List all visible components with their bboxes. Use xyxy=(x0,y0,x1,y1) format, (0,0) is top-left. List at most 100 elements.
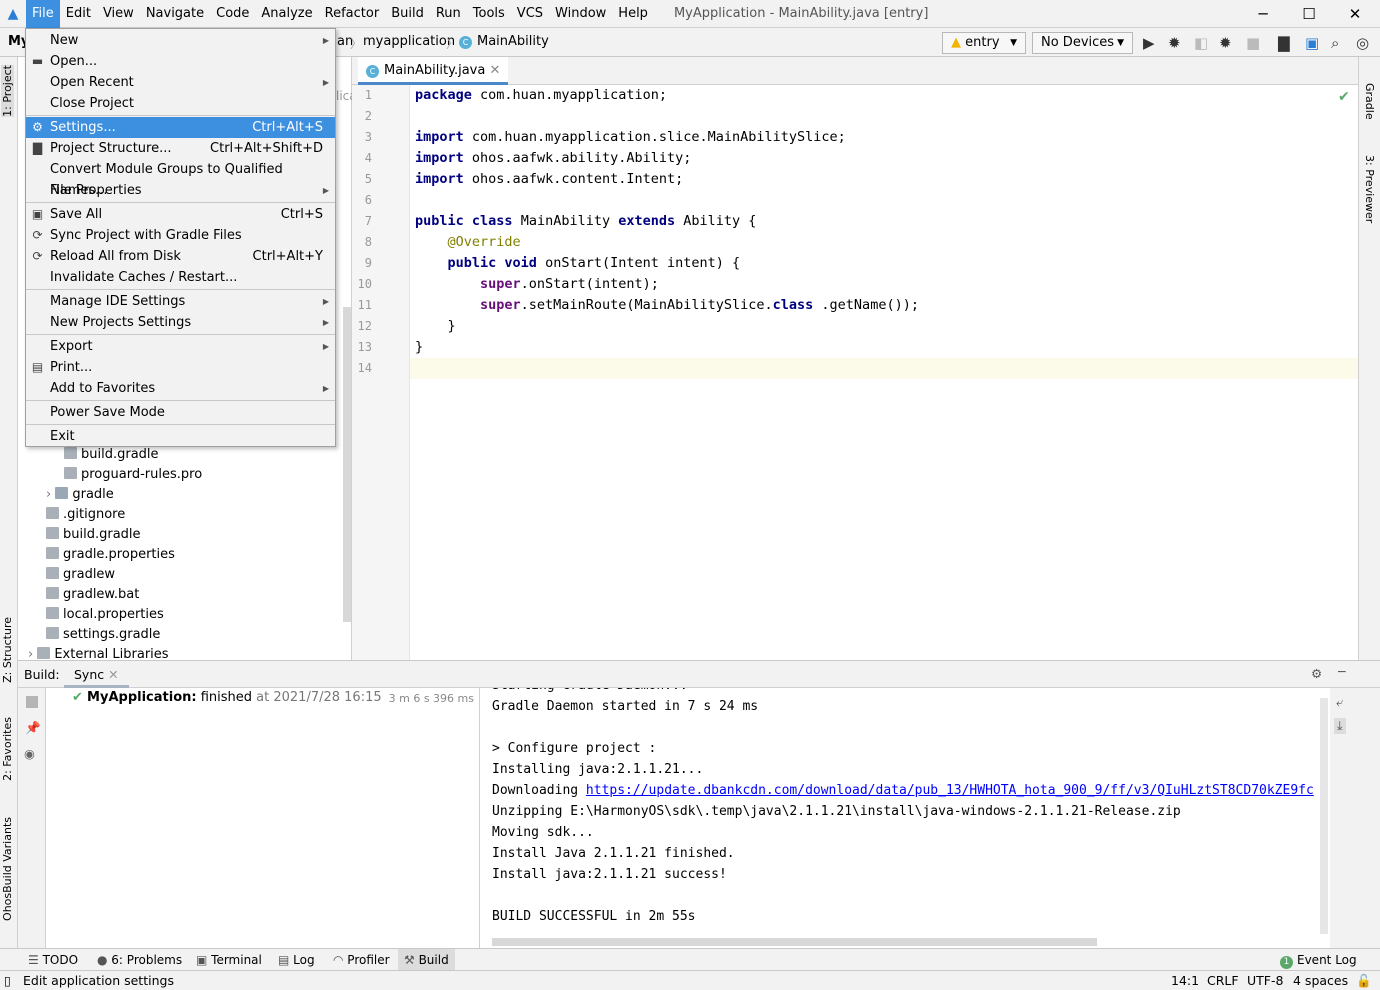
download-link[interactable]: https://update.dbankcdn.com/download/dat… xyxy=(586,783,1314,798)
folder-icon: ▬ xyxy=(31,54,44,68)
project-tree-item[interactable]: local.properties xyxy=(46,605,164,625)
debug-icon[interactable]: ✹ xyxy=(1168,34,1181,52)
close-tab-icon[interactable]: ✕ xyxy=(489,63,500,78)
file-menu-item[interactable]: Close Project xyxy=(26,93,335,114)
menu-file[interactable]: File xyxy=(26,0,60,28)
device-manager-icon[interactable]: ▣ xyxy=(1305,34,1319,52)
menu-view[interactable]: View xyxy=(97,0,140,28)
file-menu-item[interactable]: New Projects Settings ▶ xyxy=(26,312,335,333)
project-tree-item[interactable]: gradlew xyxy=(46,565,115,585)
tool-tab-profiler[interactable]: ◠ Profiler xyxy=(327,949,396,971)
file-menu-item[interactable]: File Properties ▶ xyxy=(26,180,335,201)
project-tree-item[interactable]: gradlew.bat xyxy=(46,585,139,605)
tool-tab-problems[interactable]: ● 6: Problems xyxy=(91,949,188,971)
file-menu-item[interactable]: ⟳ Sync Project with Gradle Files xyxy=(26,225,335,246)
tool-tab-build[interactable]: ⚒ Build xyxy=(398,949,455,971)
menu-help[interactable]: Help xyxy=(612,0,654,28)
run-config-select[interactable]: ▲ entry ▼ xyxy=(942,32,1026,54)
file-menu-item[interactable]: New ▶ xyxy=(26,30,335,51)
project-tree-item[interactable]: build.gradle xyxy=(46,525,141,545)
menu-edit[interactable]: Edit xyxy=(60,0,97,28)
tab-sync[interactable]: Sync ✕ xyxy=(64,661,129,688)
menu-vcs[interactable]: VCS xyxy=(511,0,549,28)
menu-bar: ▲ File Edit View Navigate Code Analyze Refacto… xyxy=(0,0,1380,28)
expand-arrow-icon[interactable]: › xyxy=(46,487,55,502)
console-line: Unzipping E:\HarmonyOS\sdk\.temp\java\2.… xyxy=(492,804,1181,819)
tool-gradle[interactable]: Gradle xyxy=(1363,83,1376,120)
breadcrumb-item[interactable]: myapplication xyxy=(363,34,455,49)
file-menu-item[interactable]: ⟳ Reload All from Disk Ctrl+Alt+Y xyxy=(26,246,335,267)
tool-favorites[interactable]: 2: Favorites xyxy=(1,717,14,781)
menu-analyze[interactable]: Analyze xyxy=(255,0,318,28)
menu-window[interactable]: Window xyxy=(549,0,612,28)
file-menu-item[interactable]: Power Save Mode xyxy=(26,402,335,423)
tool-tab-terminal[interactable]: ▣ Terminal xyxy=(190,949,268,971)
file-menu-item[interactable]: ▣ Save All Ctrl+S xyxy=(26,204,335,225)
project-structure-icon[interactable]: ▇ xyxy=(1278,34,1290,52)
file-menu-item[interactable]: Add to Favorites ▶ xyxy=(26,378,335,399)
file-menu-item[interactable]: ▤ Print... xyxy=(26,357,335,378)
file-menu-item[interactable]: Convert Module Groups to Qualified Names… xyxy=(26,159,335,198)
file-menu-item[interactable]: Exit xyxy=(26,426,335,447)
menu-navigate[interactable]: Navigate xyxy=(140,0,210,28)
project-tree-item[interactable]: › gradle xyxy=(46,485,114,505)
file-menu-item[interactable]: Open Recent ▶ xyxy=(26,72,335,93)
caret-position[interactable]: 14:1 xyxy=(1171,971,1199,990)
breadcrumb-item[interactable]: C MainAbility xyxy=(459,34,549,49)
menu-tools[interactable]: Tools xyxy=(467,0,511,28)
file-menu-item[interactable]: ⚙ Settings... Ctrl+Alt+S xyxy=(26,117,335,138)
indent-setting[interactable]: 4 spaces xyxy=(1293,971,1348,990)
search-icon[interactable]: ⌕ xyxy=(1331,34,1339,52)
menu-run[interactable]: Run xyxy=(430,0,467,28)
stop-build-icon[interactable] xyxy=(26,696,38,708)
run-icon[interactable]: ▶ xyxy=(1143,34,1155,52)
project-tree-item[interactable]: build.gradle xyxy=(64,445,159,465)
menu-refactor[interactable]: Refactor xyxy=(319,0,386,28)
project-tree-item[interactable]: gradle.properties xyxy=(46,545,175,565)
scroll-to-end-icon[interactable]: ⤓ xyxy=(1334,718,1346,734)
project-tree-item[interactable]: settings.gradle xyxy=(46,625,160,645)
menu-code[interactable]: Code xyxy=(210,0,255,28)
device-select[interactable]: No Devices ▼ xyxy=(1032,32,1133,54)
tool-build-variants[interactable]: OhosBuild Variants xyxy=(1,817,14,921)
hide-panel-icon[interactable]: ─ xyxy=(1338,664,1346,679)
code-editor[interactable]: 1 2 3 4 5 6 7 8 9 10 11 12 13 14 package com.huan.mya… xyxy=(352,85,1358,660)
file-menu-item[interactable]: Export ▶ xyxy=(26,336,335,357)
build-result-row[interactable]: ✔ MyApplication: finished at 2021/7/28 1… xyxy=(72,690,382,705)
close-window-button[interactable]: ✕ xyxy=(1332,0,1378,28)
tool-structure[interactable]: Z: Structure xyxy=(1,617,14,683)
console-vscrollbar[interactable] xyxy=(1320,698,1328,934)
file-menu-item[interactable]: Manage IDE Settings ▶ xyxy=(26,291,335,312)
soft-wrap-icon[interactable]: ⤶ xyxy=(1336,694,1343,710)
minimize-button[interactable]: ─ xyxy=(1240,0,1286,28)
file-menu-item[interactable]: Invalidate Caches / Restart... xyxy=(26,267,335,288)
event-log-button[interactable]: 1 Event Log xyxy=(1274,949,1363,971)
file-encoding[interactable]: UTF-8 xyxy=(1247,971,1283,990)
file-menu-item[interactable]: ▇ Project Structure... Ctrl+Alt+Shift+D xyxy=(26,138,335,159)
tool-tab-todo[interactable]: ☰ TODO xyxy=(22,949,84,971)
project-tree-item[interactable]: proguard-rules.pro xyxy=(64,465,202,485)
console-hscrollbar[interactable] xyxy=(492,938,1097,946)
status-toggle-icon[interactable]: ▯ xyxy=(4,971,11,990)
eye-icon[interactable]: ◉ xyxy=(24,746,35,761)
stop-icon[interactable]: ■ xyxy=(1246,34,1260,52)
tool-project[interactable]: 1: Project xyxy=(1,65,14,117)
attach-debugger-icon[interactable]: ✹ xyxy=(1219,34,1232,52)
inspection-ok-icon[interactable]: ✔ xyxy=(1338,89,1350,105)
build-console[interactable]: Starting Gradle Daemon... Gradle Daemon s… xyxy=(480,688,1330,948)
tool-tab-log[interactable]: ▤ Log xyxy=(272,949,321,971)
menu-build[interactable]: Build xyxy=(385,0,430,28)
tab-mainability-java[interactable]: C MainAbility.java ✕ xyxy=(358,57,509,85)
file-menu-item[interactable]: ▬ Open... xyxy=(26,51,335,72)
pin-icon[interactable]: 📌 xyxy=(25,720,41,736)
attach-icon[interactable]: ◧ xyxy=(1194,34,1208,52)
settings-gear-icon[interactable]: ⚙ xyxy=(1311,666,1322,681)
maximize-button[interactable]: ☐ xyxy=(1286,0,1332,28)
lock-icon[interactable]: 🔓 xyxy=(1356,971,1372,990)
account-icon[interactable]: ◎ xyxy=(1356,34,1369,52)
code-line: } xyxy=(415,339,424,355)
line-separator[interactable]: CRLF xyxy=(1207,971,1239,990)
tool-previewer[interactable]: 3: Previewer xyxy=(1363,155,1376,223)
project-scrollbar[interactable] xyxy=(343,307,351,622)
project-tree-item[interactable]: .gitignore xyxy=(46,505,125,525)
